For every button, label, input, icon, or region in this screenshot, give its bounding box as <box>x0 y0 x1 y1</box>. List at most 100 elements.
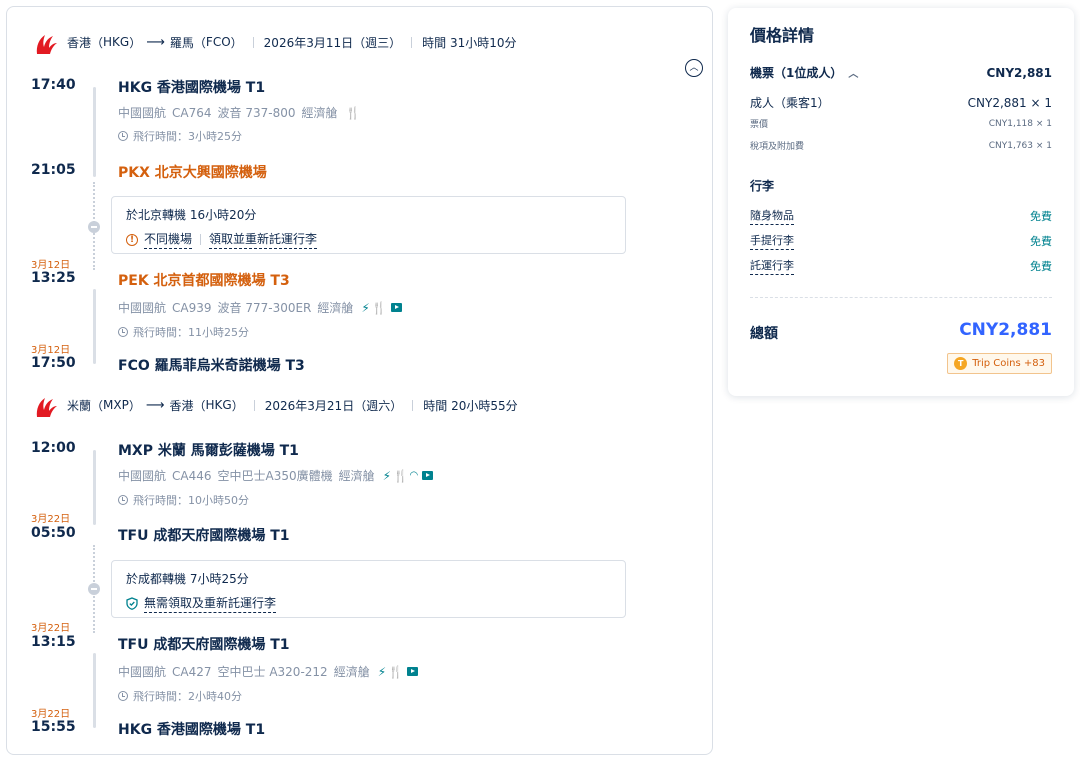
adult-value: CNY2,881 × 1 <box>967 95 1052 110</box>
total-value: CNY2,881 <box>959 320 1052 340</box>
chevron-up-circle-icon[interactable]: ︿ <box>685 59 703 77</box>
flight-number: CA939 <box>172 300 212 315</box>
seg1-weekday: 週三 <box>365 35 390 50</box>
personal-item-label[interactable]: 隨身物品 <box>750 207 794 225</box>
power-icon: ⚡ <box>382 468 392 483</box>
ticket-label: 機票（1位成人） <box>750 66 843 80</box>
seg1-to-code: FCO <box>205 35 231 49</box>
ticket-total: CNY2,881 <box>986 65 1053 80</box>
trip-coins-badge[interactable]: T Trip Coins +83 <box>947 353 1052 374</box>
aircraft-type: 空中巴士 A320-212 <box>217 665 328 679</box>
baggage-recheck-note[interactable]: 領取並重新託運行李 <box>209 230 318 249</box>
amenities: ⚡ 🍴 ◠ <box>383 470 433 482</box>
amenities: ⚡ 🍴 <box>361 300 402 315</box>
arrival-date: 3月22日 <box>31 709 71 720</box>
seg2-duration: 時間 20小時55分 <box>423 398 518 413</box>
arrival-date: 3月12日 <box>31 345 71 356</box>
seg2-from: 米蘭 <box>67 398 92 413</box>
carryon-value: 免費 <box>1030 235 1052 248</box>
personal-item-value: 免費 <box>1030 210 1052 223</box>
cabin-class: 經濟艙 <box>301 106 338 120</box>
seg2-date: 2026年3月21日 <box>264 398 355 413</box>
departure-airport: PEK 北京首都國際機場 T3 <box>118 273 290 289</box>
price-details-card: 價格詳情 機票（1位成人） ︿ CNY2,881 成人（乘客1） CNY2,88… <box>728 8 1074 396</box>
departure-time: 12:00 <box>31 440 76 456</box>
air-china-logo-icon <box>36 398 57 417</box>
aircraft-type: 空中巴士A350廣體機 <box>217 469 333 483</box>
different-airport-note[interactable]: 不同機場 <box>144 230 193 249</box>
seg2-to-code: HKG <box>205 398 232 412</box>
total-label: 總額 <box>750 326 778 342</box>
segment-1-summary: 香港 （HKG） ⟶ 羅馬 （FCO） 2026年3月11日 （週三） 時間 3… <box>67 34 517 50</box>
fare-row: 票價 CNY1,118 × 1 <box>750 117 1052 131</box>
fare-value: CNY1,118 × 1 <box>988 118 1052 129</box>
flight-info: 中國國航 CA446 空中巴士A350廣體機 經濟艙 ⚡ 🍴 ◠ <box>118 467 433 484</box>
departure-airport: TFU 成都天府國際機場 T1 <box>118 637 290 653</box>
seg1-duration: 時間 31小時10分 <box>422 35 517 50</box>
seg2-to: 香港 <box>169 398 194 413</box>
checked-baggage-label[interactable]: 託運行李 <box>750 257 794 275</box>
transfer-dot-icon <box>88 221 100 233</box>
clock-icon <box>118 495 128 505</box>
aircraft-type: 波音 777-300ER <box>217 301 312 315</box>
transfer-box: 於北京轉機 16小時20分 ! 不同機場 領取並重新託運行李 <box>111 196 626 254</box>
segment-2-summary: 米蘭 （MXP） ⟶ 香港 （HKG） 2026年3月21日 （週六） 時間 2… <box>67 397 518 413</box>
flight-duration: 飛行時間：11小時25分 <box>118 324 249 340</box>
personal-item-row: 隨身物品 免費 <box>750 207 1052 225</box>
fare-label: 票價 <box>750 120 769 130</box>
timeline-line <box>93 450 96 525</box>
flight-number: CA427 <box>172 664 212 679</box>
adult-label: 成人（乘客1） <box>750 96 830 110</box>
tv-icon <box>390 303 402 312</box>
shield-icon <box>126 597 138 610</box>
tax-value: CNY1,763 × 1 <box>988 140 1052 151</box>
flight-info: 中國國航 CA427 空中巴士 A320-212 經濟艙 ⚡ 🍴 <box>118 663 419 680</box>
tv-icon <box>421 471 433 480</box>
adult-row: 成人（乘客1） CNY2,881 × 1 <box>750 94 1052 111</box>
air-china-logo-icon <box>36 35 57 54</box>
seg1-date: 2026年3月11日 <box>263 35 354 50</box>
chevron-up-icon[interactable]: ︿ <box>848 65 858 80</box>
cabin-class: 經濟艙 <box>317 301 354 315</box>
flight-info: 中國國航 CA939 波音 777-300ER 經濟艙 ⚡ 🍴 <box>118 299 402 316</box>
departure-airport: HKG 香港國際機場 T1 <box>118 80 266 96</box>
divider <box>750 297 1052 298</box>
carryon-label[interactable]: 手提行李 <box>750 232 794 250</box>
transfer-text: 於成都轉機 7小時25分 <box>126 572 249 586</box>
carryon-row: 手提行李 免費 <box>750 232 1052 250</box>
transfer-dot-icon <box>88 583 100 595</box>
arrival-airport: TFU 成都天府國際機場 T1 <box>118 528 290 544</box>
seg2-weekday: 週六 <box>366 398 391 413</box>
clock-icon <box>118 131 128 141</box>
departure-time: 13:15 <box>31 634 76 650</box>
flight-duration: 飛行時間：3小時25分 <box>118 128 242 144</box>
divider <box>411 36 413 48</box>
ticket-row[interactable]: 機票（1位成人） ︿ CNY2,881 <box>750 64 1052 81</box>
checked-baggage-row: 託運行李 免費 <box>750 257 1052 275</box>
timeline-line <box>93 653 96 728</box>
amenities: 🍴 <box>346 107 363 119</box>
departure-airport: MXP 米蘭 馬爾彭薩機場 T1 <box>118 443 299 459</box>
flight-number: CA446 <box>172 468 212 483</box>
divider <box>252 36 254 48</box>
arrow-right-icon: ⟶ <box>145 397 165 413</box>
airline-name: 中國國航 <box>118 469 167 483</box>
flight-duration: 飛行時間：2小時40分 <box>118 688 242 704</box>
divider <box>253 399 255 411</box>
arrival-time: 05:50 <box>31 525 76 541</box>
transfer-box: 於成都轉機 7小時25分 無需領取及重新託運行李 <box>111 560 626 618</box>
meal-icon: 🍴 <box>393 468 409 483</box>
meal-icon: 🍴 <box>371 300 387 315</box>
price-details-title: 價格詳情 <box>750 26 815 45</box>
flight-info: 中國國航 CA764 波音 737-800 經濟艙 🍴 <box>118 104 362 121</box>
seg1-from: 香港 <box>67 35 92 50</box>
cabin-class: 經濟艙 <box>333 665 370 679</box>
arrival-airport: HKG 香港國際機場 T1 <box>118 722 266 738</box>
cabin-class: 經濟艙 <box>338 469 375 483</box>
arrival-time: 21:05 <box>31 162 76 178</box>
no-recheck-note[interactable]: 無需領取及重新託運行李 <box>144 594 277 613</box>
departure-time: 13:25 <box>31 270 76 286</box>
departure-date: 3月22日 <box>31 623 71 634</box>
arrival-time: 17:50 <box>31 355 76 371</box>
timeline-line <box>93 87 96 177</box>
